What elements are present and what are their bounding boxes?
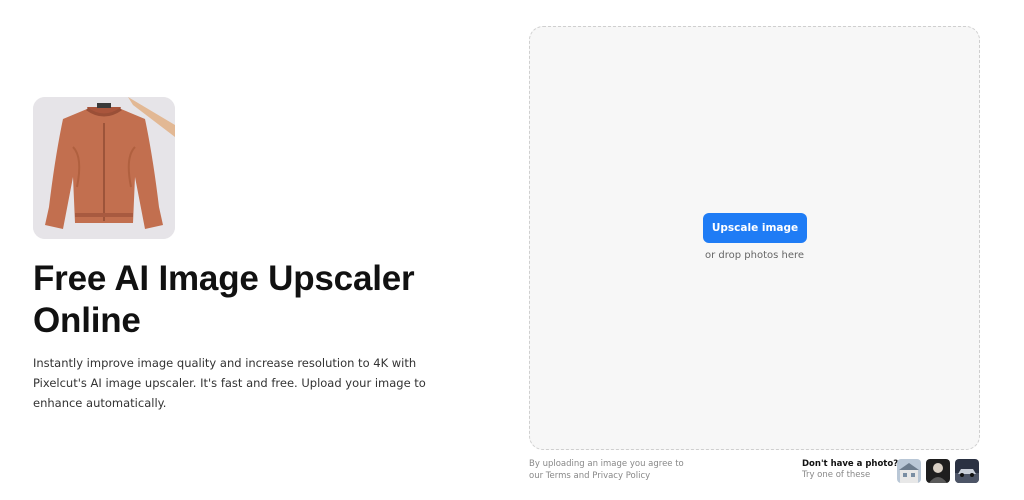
sample-portrait-image[interactable] xyxy=(926,459,950,483)
jacket-illustration xyxy=(33,97,175,239)
upscale-image-button[interactable]: Upscale image xyxy=(703,213,807,243)
page-description: Instantly improve image quality and incr… xyxy=(33,356,426,410)
terms-link[interactable]: Terms xyxy=(546,471,571,481)
hero-jacket-image xyxy=(33,97,175,239)
portrait-sample-icon xyxy=(926,459,950,483)
terms-and: and xyxy=(570,470,593,481)
sample-house-image[interactable] xyxy=(897,459,921,483)
privacy-policy-link[interactable]: Privacy Policy xyxy=(592,471,650,481)
samples-title: Don't have a photo? xyxy=(802,459,899,469)
page-title: Free AI Image Upscaler Online xyxy=(33,259,415,340)
sample-car-image[interactable] xyxy=(955,459,979,483)
drop-hint-text: or drop photos here xyxy=(704,250,805,261)
samples-subtitle: Try one of these xyxy=(802,470,871,480)
image-dropzone[interactable]: Upscale image or drop photos here xyxy=(529,26,980,450)
terms-notice: By uploading an image you agree to our T… xyxy=(529,459,699,482)
car-sample-icon xyxy=(955,459,979,483)
house-sample-icon xyxy=(897,459,921,483)
